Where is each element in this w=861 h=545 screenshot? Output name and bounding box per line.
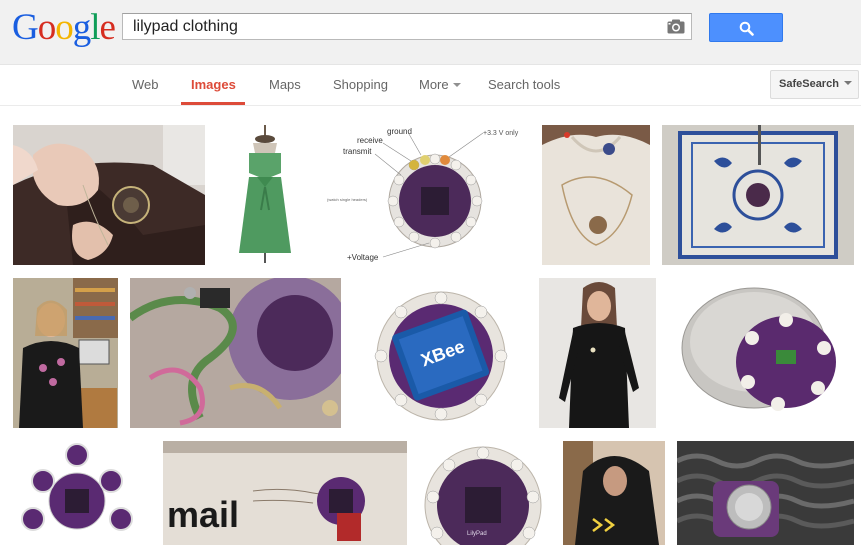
email-notifier-image: mail <box>163 441 407 545</box>
lilypad-diagram-image: ground receive transmit +3.3 V only +Vol… <box>325 125 527 265</box>
safesearch-label: SafeSearch <box>779 78 839 90</box>
magnifier-icon <box>739 21 754 36</box>
search-nav: Web Images Maps Shopping More Search too… <box>0 65 861 106</box>
image-result[interactable] <box>130 278 341 428</box>
image-result[interactable] <box>542 125 650 265</box>
image-result[interactable]: mail <box>163 441 407 545</box>
image-result[interactable] <box>677 441 854 545</box>
logo-letter: e <box>99 7 116 48</box>
active-tab-indicator <box>181 102 245 105</box>
logo-letter: o <box>37 7 56 48</box>
woman-in-room-image <box>13 278 118 428</box>
image-result[interactable] <box>13 278 118 428</box>
header-bar: Google <box>0 0 861 65</box>
board-label: LilyPad <box>467 531 487 537</box>
search-input[interactable] <box>123 14 663 39</box>
hooded-jacket-image <box>563 441 665 545</box>
image-results-grid: ground receive transmit +3.3 V only +Vol… <box>0 106 861 545</box>
knitted-battery-holder-image <box>677 441 854 545</box>
image-result[interactable] <box>662 125 854 265</box>
logo-letter: o <box>55 7 73 48</box>
tab-shopping[interactable]: Shopping <box>333 65 388 105</box>
search-box <box>122 13 692 40</box>
lilypad-board-image: LilyPad <box>421 441 546 545</box>
image-result[interactable] <box>231 125 299 265</box>
tab-web[interactable]: Web <box>132 65 159 105</box>
image-result[interactable] <box>539 278 656 428</box>
image-result[interactable] <box>13 125 205 265</box>
tab-more-label: More <box>419 77 449 92</box>
tab-maps[interactable]: Maps <box>269 65 301 105</box>
chevron-down-icon <box>452 82 461 87</box>
embroidered-circuit-image <box>130 278 341 428</box>
image-result[interactable] <box>563 441 665 545</box>
diagram-label: ground <box>387 127 412 136</box>
embroidered-tile-image <box>662 125 854 265</box>
white-shirt-image <box>542 125 650 265</box>
hands-sewing-fabric-image <box>13 125 205 265</box>
image-result[interactable] <box>13 441 141 545</box>
image-result[interactable]: XBee <box>353 278 524 428</box>
diagram-label: +3.3 V only <box>483 130 519 137</box>
image-result[interactable] <box>668 278 854 428</box>
image-result[interactable]: LilyPad <box>421 441 546 545</box>
lilypad-kit-image <box>13 441 141 545</box>
search-button[interactable] <box>709 13 783 42</box>
logo-letter: g <box>72 7 91 48</box>
search-tools-button[interactable]: Search tools <box>488 65 560 105</box>
photo-text: mail <box>167 494 239 535</box>
green-dress-image <box>231 125 299 265</box>
safesearch-button[interactable]: SafeSearch <box>770 70 859 99</box>
diagram-label: transmit <box>343 147 372 156</box>
lilypad-on-coin-image <box>668 278 854 428</box>
tab-more[interactable]: More <box>419 65 461 105</box>
diagram-label: receive <box>357 136 383 145</box>
logo-letter: l <box>90 7 100 48</box>
woman-black-shirt-image <box>539 278 656 428</box>
diagram-label: (watch single headers) <box>327 197 368 202</box>
google-logo[interactable]: Google <box>12 7 116 48</box>
image-result[interactable]: ground receive transmit +3.3 V only +Vol… <box>325 125 527 265</box>
xbee-board-image: XBee <box>353 278 524 428</box>
tab-images[interactable]: Images <box>191 65 236 105</box>
chevron-down-icon <box>843 81 852 86</box>
camera-icon[interactable] <box>667 19 685 34</box>
diagram-label: +Voltage <box>347 253 379 262</box>
logo-letter: G <box>12 7 39 48</box>
